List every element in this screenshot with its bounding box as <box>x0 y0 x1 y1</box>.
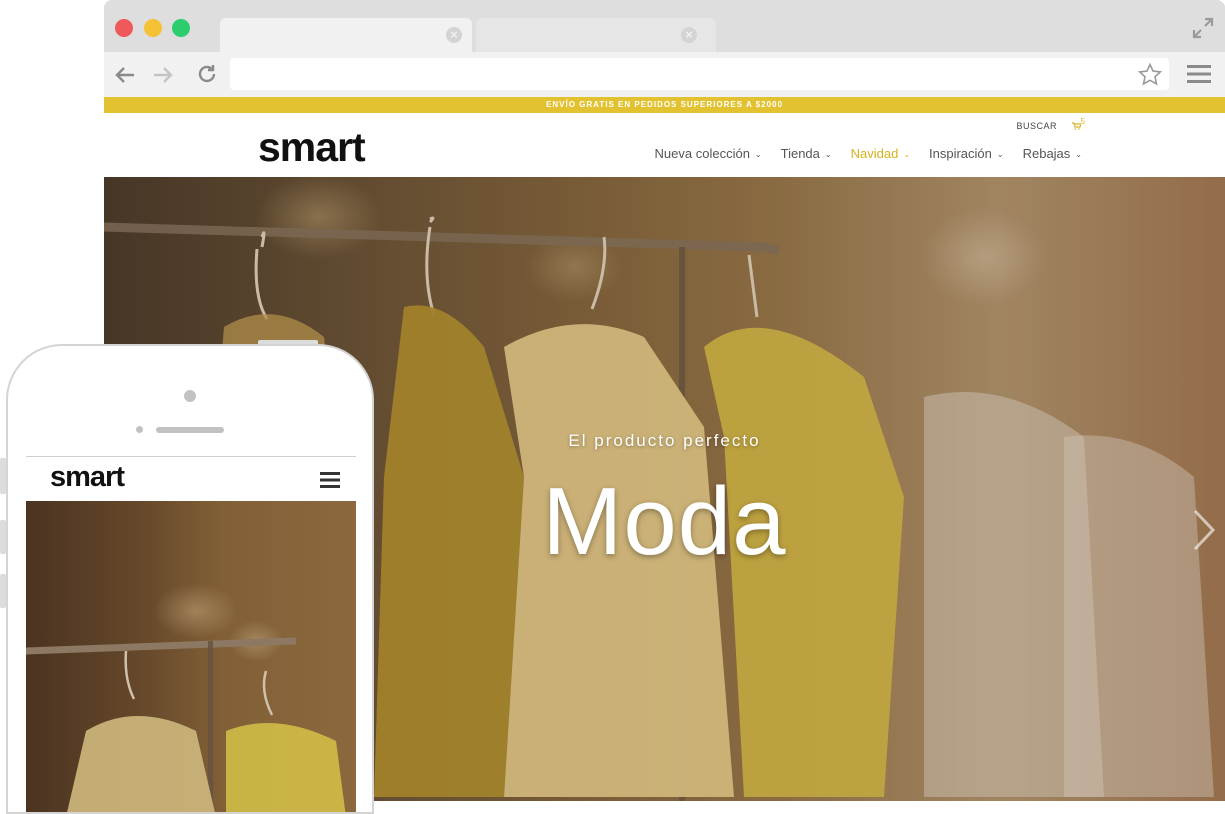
menu-icon[interactable] <box>1187 64 1211 84</box>
address-bar[interactable] <box>230 58 1169 90</box>
hamburger-menu-icon[interactable] <box>320 471 340 489</box>
nav-item-nueva-coleccion[interactable]: Nueva colección ⌄ <box>655 146 762 161</box>
chevron-down-icon: ⌄ <box>754 150 762 159</box>
cart-icon[interactable] <box>1071 122 1081 130</box>
browser-tab-inactive[interactable]: × <box>476 18 716 52</box>
mobile-hero-scene <box>26 501 356 812</box>
expand-icon[interactable] <box>1191 16 1215 40</box>
phone-camera <box>184 390 196 402</box>
phone-sensor <box>136 426 143 433</box>
chevron-down-icon: ⌄ <box>903 150 911 159</box>
star-icon[interactable] <box>1137 62 1163 88</box>
site-logo[interactable]: smart <box>258 125 366 169</box>
mobile-hero-image <box>26 501 356 812</box>
nav-item-label: Nueva colección <box>654 146 750 161</box>
mobile-phone-mockup: smart <box>6 344 374 814</box>
nav-item-rebajas[interactable]: Rebajas ⌄ <box>1023 146 1082 161</box>
nav-item-navidad[interactable]: Navidad ⌄ <box>851 146 910 161</box>
chevron-down-icon: ⌄ <box>996 150 1004 159</box>
browser-titlebar: × × <box>104 0 1225 52</box>
mobile-header: smart <box>26 457 356 501</box>
forward-arrow-icon[interactable] <box>150 62 176 88</box>
nav-item-label: Inspiración <box>929 146 992 161</box>
minimize-window-button[interactable] <box>144 19 162 37</box>
utility-links: BUSCAR 5 <box>1017 117 1085 131</box>
phone-speaker <box>156 427 224 433</box>
reload-icon[interactable] <box>194 62 220 88</box>
site-header: smart BUSCAR 5 Nueva colección ⌄ Tienda ⌄ … <box>104 113 1225 177</box>
mobile-site-logo[interactable]: smart <box>50 461 125 494</box>
nav-item-label: Rebajas <box>1022 146 1071 161</box>
search-link[interactable]: BUSCAR <box>1017 121 1058 131</box>
nav-item-label: Tienda <box>780 146 820 161</box>
promo-banner: ENVÍO GRATIS EN PEDIDOS SUPERIORES A $20… <box>104 97 1225 113</box>
close-tab-icon[interactable]: × <box>681 27 697 43</box>
chevron-down-icon: ⌄ <box>1075 150 1082 159</box>
maximize-window-button[interactable] <box>172 19 190 37</box>
close-tab-icon[interactable]: × <box>446 27 462 43</box>
back-arrow-icon[interactable] <box>112 62 138 88</box>
nav-item-label: Navidad <box>850 146 899 161</box>
close-window-button[interactable] <box>115 19 133 37</box>
nav-item-tienda[interactable]: Tienda ⌄ <box>781 146 832 161</box>
cart-count: 5 <box>1080 117 1085 126</box>
browser-tab-active[interactable]: × <box>220 18 472 52</box>
chevron-down-icon: ⌄ <box>824 150 832 159</box>
nav-item-inspiracion[interactable]: Inspiración ⌄ <box>929 146 1004 161</box>
browser-toolbar <box>104 52 1225 97</box>
chevron-right-icon[interactable] <box>1191 507 1217 553</box>
main-navigation: Nueva colección ⌄ Tienda ⌄ Navidad ⌄ Inspir… <box>655 146 1082 161</box>
phone-screen: smart <box>26 456 356 812</box>
